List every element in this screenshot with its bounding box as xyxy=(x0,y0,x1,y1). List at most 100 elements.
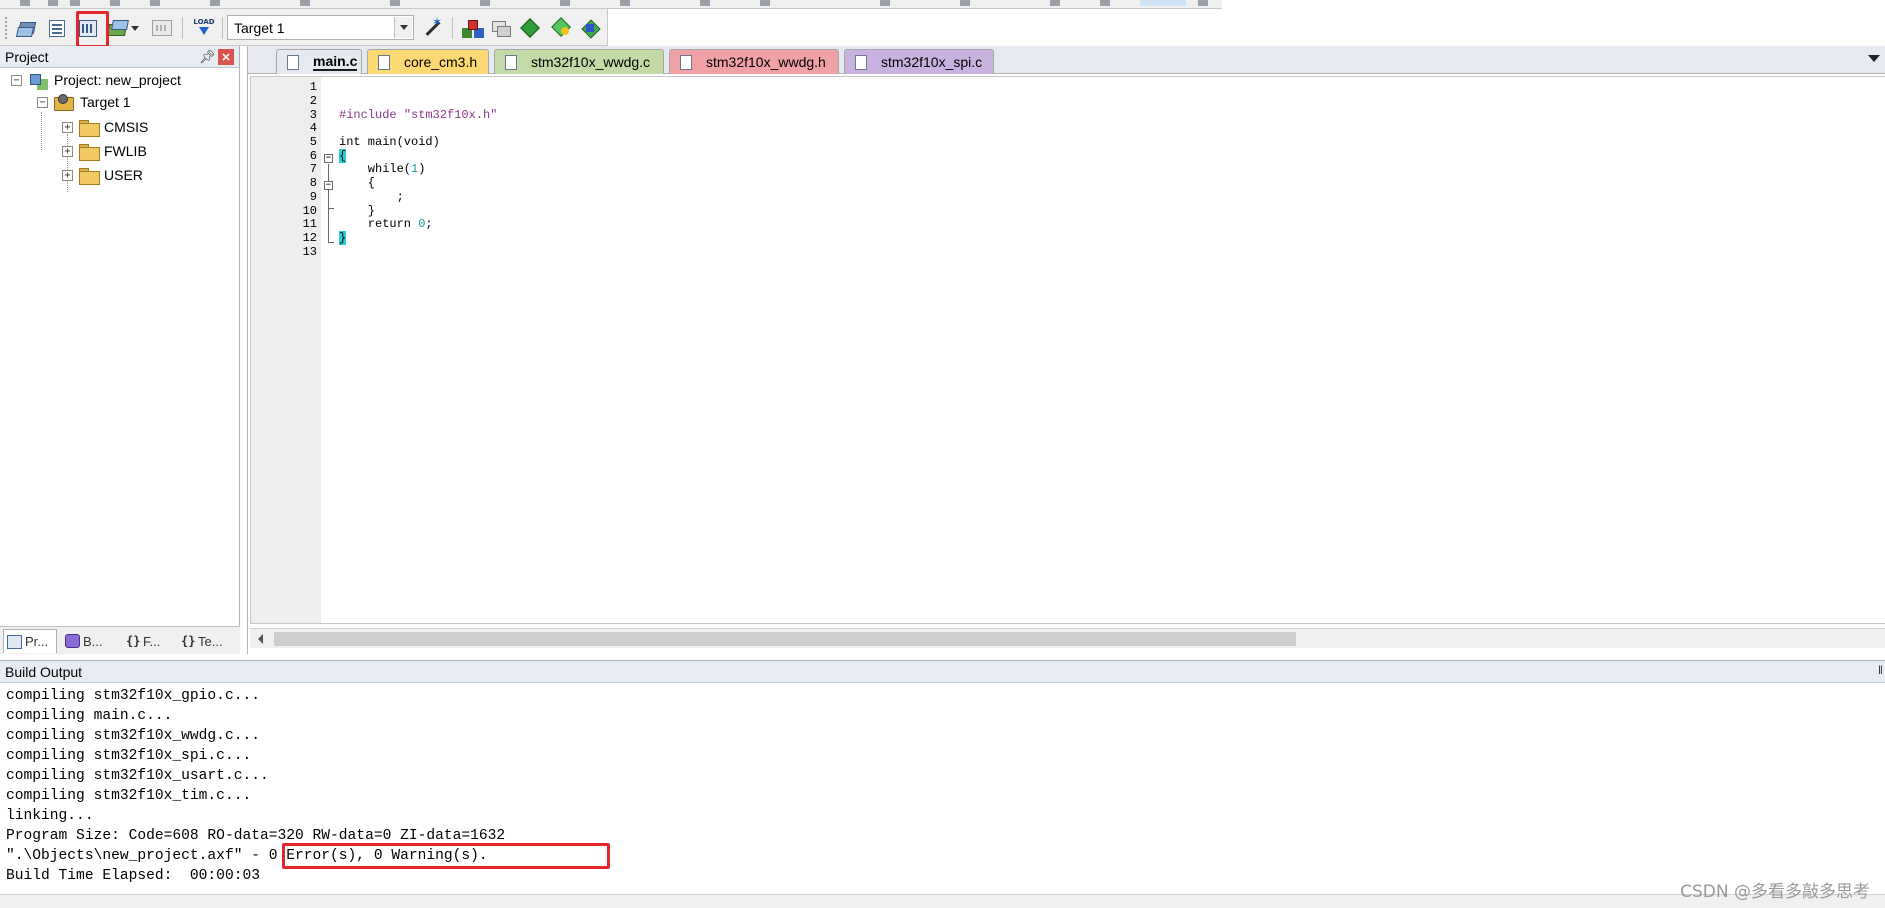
line-number: 13 xyxy=(302,245,317,259)
download-button[interactable]: LOAD xyxy=(190,17,218,39)
project-icon xyxy=(28,71,48,89)
tab-main-c[interactable]: main.c xyxy=(276,49,362,74)
project-items-icon xyxy=(490,19,511,37)
batch-build-dropdown[interactable] xyxy=(128,17,142,39)
code-line: } xyxy=(339,204,376,218)
magic-wand-icon xyxy=(422,15,442,37)
run-time-environment-button[interactable] xyxy=(578,17,602,39)
tree-item-user[interactable]: + USER xyxy=(62,164,143,186)
file-icon xyxy=(378,54,390,70)
code-editor[interactable]: 1 2 3 4 5 6 7 8 9 10 11 12 13 − − #inclu… xyxy=(250,76,1885,624)
pack-installer-button[interactable] xyxy=(548,17,572,39)
line-number: 2 xyxy=(309,94,317,108)
target-icon xyxy=(54,94,74,111)
project-panel-tabs: Pr... B... {} F... {} Te... xyxy=(0,626,240,654)
line-number-gutter: 1 2 3 4 5 6 7 8 9 10 11 12 13 xyxy=(251,77,321,623)
editor-tab-strip: main.c core_cm3.h stm32f10x_wwdg.c stm32… xyxy=(248,46,1885,74)
code-line: int main(void) xyxy=(339,135,440,149)
stop-build-icon xyxy=(152,20,172,36)
pack-installer-icon xyxy=(551,19,569,37)
code-line: return 0; xyxy=(339,217,433,231)
toolbar-grip[interactable] xyxy=(5,17,8,39)
error-count-highlight-box xyxy=(282,843,610,869)
chevron-down-icon[interactable] xyxy=(394,17,412,38)
fold-toggle[interactable]: − xyxy=(324,181,333,190)
code-line: } xyxy=(339,231,347,245)
code-line: while(1) xyxy=(339,162,426,176)
templates-icon: {} xyxy=(181,634,196,648)
folder-icon xyxy=(79,167,100,185)
tabs-menu-icon[interactable] xyxy=(1868,55,1880,62)
tab-stm32f10x-wwdg-c[interactable]: stm32f10x_wwdg.c xyxy=(494,49,664,74)
batch-build-button[interactable] xyxy=(106,17,130,39)
fold-toggle[interactable]: − xyxy=(324,154,333,163)
output-line: Build Time Elapsed: 00:00:03 xyxy=(6,868,260,884)
tree-item-target[interactable]: − Target 1 xyxy=(37,91,131,113)
tab-books[interactable]: B... xyxy=(62,629,118,653)
line-number: 10 xyxy=(302,204,317,218)
target-select[interactable]: Target 1 xyxy=(227,15,414,40)
expand-toggle[interactable]: + xyxy=(62,121,73,133)
line-number: 8 xyxy=(309,176,317,190)
output-line: compiling stm32f10x_wwdg.c... xyxy=(6,728,260,744)
tab-templates[interactable]: {} Te... xyxy=(178,629,236,653)
toolbar-separator xyxy=(222,17,223,39)
output-line: compiling stm32f10x_usart.c... xyxy=(6,768,269,784)
output-line: compiling main.c... xyxy=(6,708,173,724)
file-icon xyxy=(680,54,692,70)
line-number: 11 xyxy=(302,217,317,231)
collapse-toggle[interactable]: − xyxy=(11,74,22,86)
top-toolbar-strip xyxy=(0,0,1222,9)
line-number: 5 xyxy=(309,135,317,149)
build-button[interactable] xyxy=(45,17,69,39)
tab-stm32f10x-spi-c[interactable]: stm32f10x_spi.c xyxy=(844,49,994,74)
build-output-header: Build Output ‖ xyxy=(0,660,1885,683)
close-icon[interactable]: ✕ xyxy=(218,49,234,65)
fold-guide xyxy=(328,242,334,243)
line-number: 6 xyxy=(309,149,317,163)
select-packs-button[interactable] xyxy=(518,17,542,39)
pack-icon xyxy=(520,18,540,38)
line-number: 1 xyxy=(309,80,317,94)
tab-core-cm3-h[interactable]: core_cm3.h xyxy=(367,49,489,74)
fold-guide xyxy=(328,164,329,242)
collapse-toggle[interactable]: − xyxy=(37,96,48,108)
toolbar-separator xyxy=(182,17,183,39)
translate-button[interactable] xyxy=(14,17,38,39)
manage-project-items-button[interactable] xyxy=(488,17,512,39)
project-window-icon xyxy=(7,634,22,649)
expand-toggle[interactable]: + xyxy=(62,145,73,157)
tree-item-fwlib[interactable]: + FWLIB xyxy=(62,140,147,162)
tree-item-cmsis[interactable]: + CMSIS xyxy=(62,116,148,138)
folder-icon xyxy=(79,143,100,161)
build-output-panel: Build Output ‖ xyxy=(0,660,1885,908)
pin-icon[interactable]: ‖ xyxy=(1878,663,1883,677)
horizontal-scrollbar[interactable] xyxy=(250,628,1885,648)
line-number: 12 xyxy=(302,231,317,245)
translate-icon xyxy=(17,20,35,36)
tab-project[interactable]: Pr... xyxy=(3,629,57,653)
line-number: 7 xyxy=(309,162,317,176)
target-options-button[interactable] xyxy=(420,15,444,39)
expand-toggle[interactable]: + xyxy=(62,169,73,181)
manage-components-button[interactable] xyxy=(460,17,484,39)
project-panel: Project 📌︎ ✕ − Project: new_project − Ta… xyxy=(0,46,240,654)
tree-item-label: USER xyxy=(104,167,143,183)
line-number: 9 xyxy=(309,190,317,204)
build-output-bottom-bar xyxy=(0,894,1885,908)
output-line: compiling stm32f10x_tim.c... xyxy=(6,788,252,804)
pin-icon[interactable]: 📌︎ xyxy=(199,49,216,65)
target-select-value: Target 1 xyxy=(234,19,285,36)
editor-pane: main.c core_cm3.h stm32f10x_wwdg.c stm32… xyxy=(247,46,1885,654)
tab-stm32f10x-wwdg-h[interactable]: stm32f10x_wwdg.h xyxy=(669,49,839,74)
output-line: compiling stm32f10x_spi.c... xyxy=(6,748,252,764)
tree-item-label: FWLIB xyxy=(104,143,147,159)
project-panel-header: Project 📌︎ ✕ xyxy=(0,46,239,68)
load-icon: LOAD xyxy=(193,18,215,38)
scroll-left-icon[interactable] xyxy=(258,634,263,644)
tab-functions[interactable]: {} F... xyxy=(123,629,173,653)
stop-build-button[interactable] xyxy=(150,17,174,39)
scrollbar-thumb[interactable] xyxy=(274,632,1296,646)
folder-icon xyxy=(79,119,100,137)
tree-item-project[interactable]: − Project: new_project xyxy=(11,69,181,91)
